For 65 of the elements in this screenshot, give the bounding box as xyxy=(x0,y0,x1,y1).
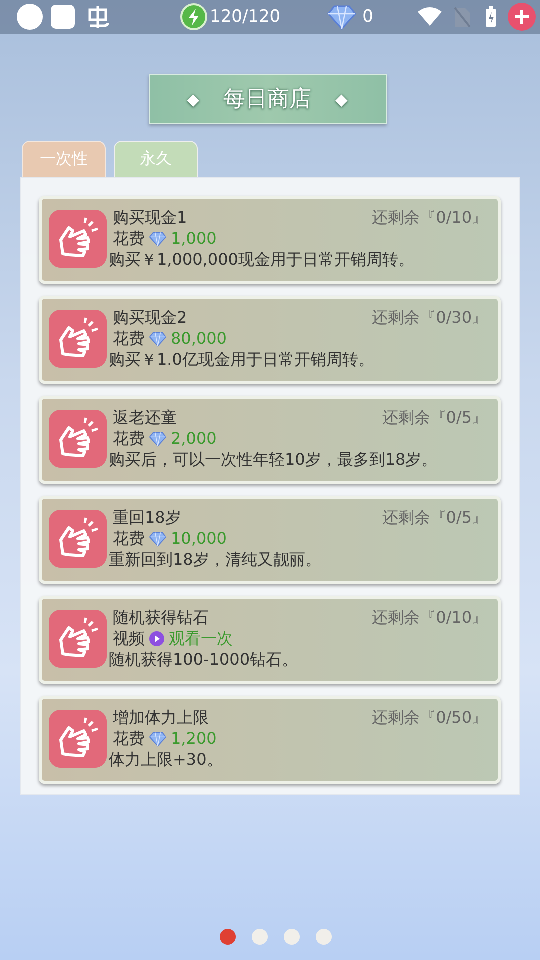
price-value: 10,000 xyxy=(171,528,227,549)
battery-icon xyxy=(485,6,498,28)
shop-item-card[interactable]: 随机获得钻石 还剩余『0/10』 视频 观看一次 随机获得100-1000钻石。 xyxy=(39,596,501,684)
shop-item-card[interactable]: 增加体力上限 还剩余『0/50』 花费 1,200 体力上限+30。 xyxy=(39,696,501,784)
diamond-icon xyxy=(149,530,167,548)
price-value: 1,200 xyxy=(171,728,217,749)
diamond-icon xyxy=(149,230,167,248)
circle-icon xyxy=(16,3,44,31)
item-description: 购买后，可以一次性年轻10岁，最多到18岁。 xyxy=(109,449,439,470)
item-title: 购买现金1 xyxy=(113,207,188,228)
clapping-hands-icon xyxy=(49,410,107,468)
price-value: 80,000 xyxy=(171,328,227,349)
item-title: 返老还童 xyxy=(113,407,177,428)
price-value: 2,000 xyxy=(171,428,217,449)
item-title: 随机获得钻石 xyxy=(113,607,209,628)
lightning-icon xyxy=(180,3,208,31)
page-dot[interactable] xyxy=(316,929,332,945)
shop-item-card[interactable]: 购买现金2 还剩余『0/30』 花费 80,000 购买￥1.0亿现金用于日常开销周转。 xyxy=(39,296,501,384)
shop-title: 每日商店 xyxy=(224,86,312,114)
clapping-hands-icon xyxy=(49,610,107,668)
diamond-icon xyxy=(149,430,167,448)
clapping-hands-icon xyxy=(49,710,107,768)
item-description: 购买￥1,000,000现金用于日常开销周转。 xyxy=(109,249,416,270)
remaining-count: 还剩余『0/50』 xyxy=(372,707,488,728)
shop-item-card[interactable]: 重回18岁 还剩余『0/5』 花费 10,000 重新回到18岁，清纯又靓丽。 xyxy=(39,496,501,584)
energy-count: 120/120 xyxy=(210,7,281,27)
item-description: 体力上限+30。 xyxy=(109,749,224,770)
diamond-mark: ◆ xyxy=(336,90,348,108)
remaining-count: 还剩余『0/5』 xyxy=(382,507,488,528)
diamond-icon xyxy=(149,330,167,348)
price-label: 花费 xyxy=(113,728,145,749)
no-sim-icon xyxy=(453,6,472,28)
price-value: 1,000 xyxy=(171,228,217,249)
shop-item-card[interactable]: 返老还童 还剩余『0/5』 花费 2,000 购买后，可以一次性年轻10岁，最多到18岁。 xyxy=(39,396,501,484)
page-dot[interactable] xyxy=(284,929,300,945)
diamond-icon xyxy=(149,730,167,748)
price-label: 花费 xyxy=(113,328,145,349)
clapping-hands-icon xyxy=(49,310,107,368)
item-description: 购买￥1.0亿现金用于日常开销周转。 xyxy=(109,349,376,370)
item-description: 随机获得100-1000钻石。 xyxy=(109,649,300,670)
shop-item-card[interactable]: 购买现金1 还剩余『0/10』 花费 1,000 购买￥1,000,000现金用于日常开销周转。 xyxy=(39,196,501,284)
price-label: 花费 xyxy=(113,428,145,449)
diamond-mark: ◆ xyxy=(187,90,200,108)
diamond-count: 0 xyxy=(362,7,374,27)
remaining-count: 还剩余『0/30』 xyxy=(372,307,488,328)
record-icon xyxy=(507,2,538,32)
page-dot[interactable] xyxy=(220,929,236,945)
clapping-hands-icon xyxy=(49,510,107,568)
remaining-count: 还剩余『0/5』 xyxy=(382,407,488,428)
wifi-icon xyxy=(417,7,444,27)
item-description: 重新回到18岁，清纯又靓丽。 xyxy=(109,549,322,570)
app-icon xyxy=(86,4,110,30)
page-dot[interactable] xyxy=(252,929,268,945)
price-value: 观看一次 xyxy=(169,628,233,649)
remaining-count: 还剩余『0/10』 xyxy=(372,207,488,228)
price-label: 视频 xyxy=(113,628,145,649)
remaining-count: 还剩余『0/10』 xyxy=(372,607,488,628)
clapping-hands-icon xyxy=(49,210,107,268)
item-title: 购买现金2 xyxy=(113,307,188,328)
price-label: 花费 xyxy=(113,528,145,549)
price-label: 花费 xyxy=(113,228,145,249)
item-title: 重回18岁 xyxy=(113,507,182,528)
play-icon xyxy=(149,630,165,646)
item-title: 增加体力上限 xyxy=(113,707,209,728)
square-icon xyxy=(50,4,76,30)
